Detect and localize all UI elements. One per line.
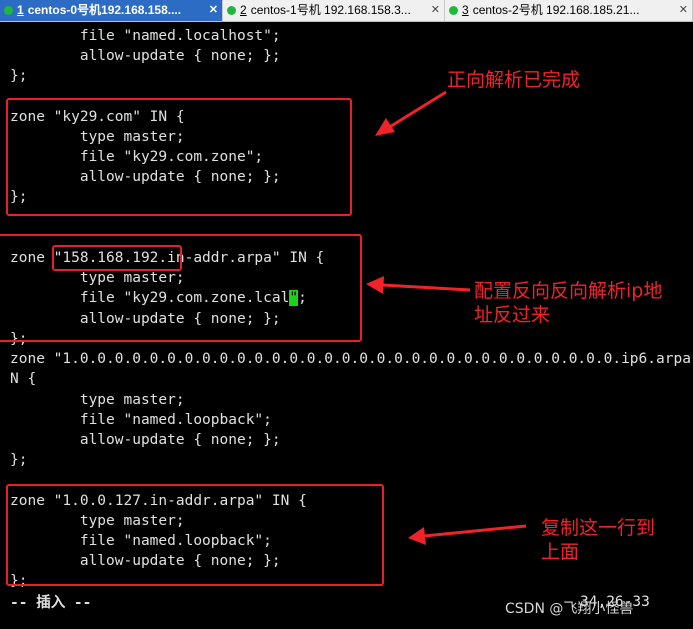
tab-centos-2[interactable]: 3 centos-2号机 192.168.185.21... ✕ [445,0,693,21]
terminal-line: }; [10,68,28,84]
tab-number: 3 [462,3,469,17]
loopback-zone-highlight-box [6,484,384,586]
tab-label: centos-1号机 192.168.158.3... [250,3,411,17]
session-tab-bar: 1 centos-0号机192.168.158.... ✕ 2 centos-1号机… [0,0,693,22]
terminal-line: allow-update { none; }; [10,432,281,448]
annotation-copy-line: 复制这一行到 上面 [541,517,656,563]
forward-zone-highlight-box [6,98,352,216]
terminal-line: zone "1.0.0.0.0.0.0.0.0.0.0.0.0.0.0.0.0.… [10,351,693,367]
terminal-line: type master; [10,392,185,408]
terminal-line: file "named.loopback"; [10,412,272,428]
terminal-line: }; [10,452,28,468]
tab-label: centos-2号机 192.168.185.21... [472,3,640,17]
close-icon[interactable]: ✕ [209,0,218,21]
annotation-reverse-config: 配置反向反向解析ip地 址反过来 [474,280,663,326]
tab-centos-1[interactable]: 2 centos-1号机 192.168.158.3... ✕ [223,0,445,21]
terminal-line: file "named.localhost"; [10,28,281,44]
reversed-ip-highlight-box [52,245,182,271]
annotation-forward-done: 正向解析已完成 [447,69,581,91]
connected-status-icon [227,6,236,15]
close-icon[interactable]: ✕ [679,0,688,21]
tab-label: centos-0号机192.168.158.... [27,3,182,17]
tab-number: 2 [240,3,247,17]
connected-status-icon [4,6,13,15]
vim-mode-status: -- 插入 -- [10,595,92,611]
close-icon[interactable]: ✕ [431,0,440,21]
csdn-watermark: CSDN @飞翔小怪兽 [505,601,634,617]
terminal-line: N { [10,371,37,387]
tab-centos-0[interactable]: 1 centos-0号机192.168.158.... ✕ [0,0,223,21]
connected-status-icon [449,6,458,15]
terminal-line: allow-update { none; }; [10,48,281,64]
tab-number: 1 [17,3,24,17]
